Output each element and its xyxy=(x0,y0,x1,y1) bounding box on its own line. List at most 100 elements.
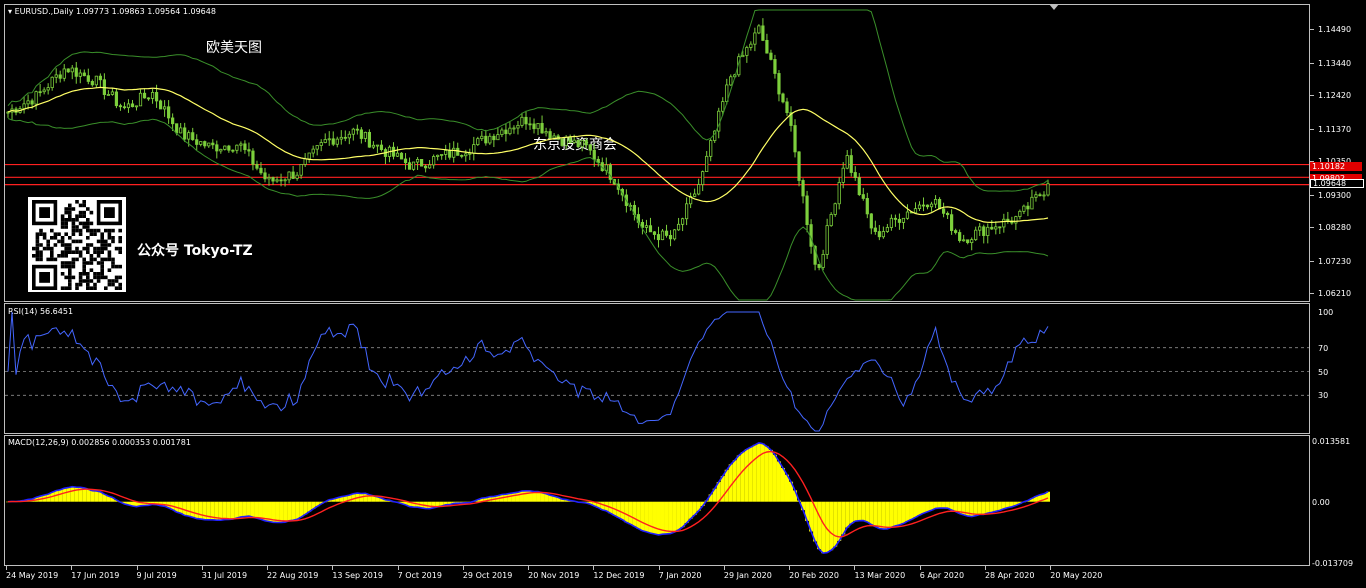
candle-body xyxy=(745,47,749,56)
macd-histogram-bar xyxy=(744,449,749,502)
macd-histogram-bar xyxy=(821,501,826,554)
candle-body xyxy=(528,123,532,126)
macd-histogram-bar xyxy=(736,455,741,502)
x-axis-tick xyxy=(528,566,530,570)
candle-body xyxy=(821,254,825,268)
candle-body xyxy=(1038,194,1042,197)
candle-body xyxy=(363,131,367,139)
x-axis-date: 20 Feb 2020 xyxy=(789,571,839,580)
candle-body xyxy=(584,139,588,146)
candle-body xyxy=(82,72,86,77)
candle-body xyxy=(705,155,709,172)
candle-body xyxy=(460,154,464,157)
candle-body xyxy=(167,106,171,119)
candle-body xyxy=(849,155,853,173)
macd-histogram-bar xyxy=(648,501,653,534)
macd-histogram-bar xyxy=(523,490,528,502)
macd-histogram-bar xyxy=(652,501,657,534)
candle-body xyxy=(885,227,889,232)
macd-histogram-bar xyxy=(837,501,842,541)
candle-body xyxy=(231,149,235,152)
candle-body xyxy=(532,123,536,130)
macd-histogram-bar xyxy=(945,501,950,509)
candle-body xyxy=(94,75,98,86)
candle-body xyxy=(881,231,885,238)
candle-body xyxy=(223,145,227,150)
candle-body xyxy=(448,150,452,158)
candle-body xyxy=(749,43,753,48)
candle-body xyxy=(925,204,930,208)
macd-histogram-bar xyxy=(515,492,520,502)
candle-body xyxy=(303,158,307,165)
macd-histogram-bar xyxy=(768,449,773,502)
candle-body xyxy=(187,132,191,140)
candle-body xyxy=(954,230,958,233)
candle-body xyxy=(588,144,592,151)
candle-body xyxy=(644,225,649,228)
candle-body xyxy=(986,226,990,236)
candle-body xyxy=(480,135,484,140)
candle-body xyxy=(98,75,102,81)
macd-histogram-bar xyxy=(58,489,63,502)
candle-body xyxy=(672,229,677,240)
candle-body xyxy=(773,59,777,74)
candle-body xyxy=(998,226,1002,229)
candle-body xyxy=(163,106,167,110)
macd-histogram-bar xyxy=(664,501,669,534)
candle-body xyxy=(761,25,765,41)
macd-histogram-bar xyxy=(901,501,906,524)
candle-body xyxy=(175,123,179,134)
macd-histogram-bar xyxy=(222,501,227,520)
macd-histogram-bar xyxy=(676,501,681,530)
candle-body xyxy=(432,156,436,166)
macd-histogram-bar xyxy=(817,501,822,550)
candle-body xyxy=(411,161,416,170)
candle-body xyxy=(50,76,54,89)
macd-histogram-bar xyxy=(287,501,292,521)
x-axis-date: 31 Jul 2019 xyxy=(201,571,248,580)
candle-body xyxy=(500,129,504,135)
candle-body xyxy=(1034,194,1038,198)
candle-body xyxy=(524,116,528,125)
candle-body xyxy=(436,154,440,157)
candle-body xyxy=(793,125,797,153)
candle-body xyxy=(78,72,82,77)
macd-histogram-bar xyxy=(624,501,629,523)
macd-histogram-bar xyxy=(921,501,926,514)
candle-body xyxy=(327,138,331,141)
x-axis-tick xyxy=(462,566,464,570)
candle-body xyxy=(572,139,576,143)
x-axis-tick xyxy=(201,566,203,570)
candle-body xyxy=(648,225,653,233)
candle-body xyxy=(893,217,898,220)
candle-body xyxy=(106,94,110,96)
macd-histogram-bar xyxy=(881,501,886,530)
candle-body xyxy=(1014,216,1018,224)
candle-body xyxy=(845,155,849,169)
macd-histogram-bar xyxy=(925,501,930,512)
candle-body xyxy=(568,136,572,143)
candle-body xyxy=(307,152,311,160)
macd-histogram-bar xyxy=(299,501,304,518)
candle-body xyxy=(339,136,343,140)
candle-body xyxy=(785,101,789,113)
candle-body xyxy=(837,182,841,205)
candle-body xyxy=(552,135,556,139)
x-axis-date: 7 Jan 2020 xyxy=(658,571,702,580)
candle-body xyxy=(46,87,50,91)
x-axis-date: 22 Aug 2019 xyxy=(267,571,319,580)
x-axis-tick xyxy=(1050,566,1052,570)
macd-histogram-bar xyxy=(873,501,878,527)
macd-histogram-bar xyxy=(190,501,195,518)
macd-histogram-bar xyxy=(668,501,673,534)
macd-histogram-bar xyxy=(849,501,854,524)
x-axis-date: 12 Dec 2019 xyxy=(593,571,645,580)
candle-body xyxy=(134,105,139,108)
macd-histogram-bar xyxy=(279,501,284,523)
candle-body xyxy=(259,167,263,174)
candle-body xyxy=(154,92,159,102)
candle-body xyxy=(207,142,211,147)
candle-body xyxy=(937,199,942,210)
x-axis-tick xyxy=(71,566,73,570)
x-axis-tick xyxy=(723,566,725,570)
